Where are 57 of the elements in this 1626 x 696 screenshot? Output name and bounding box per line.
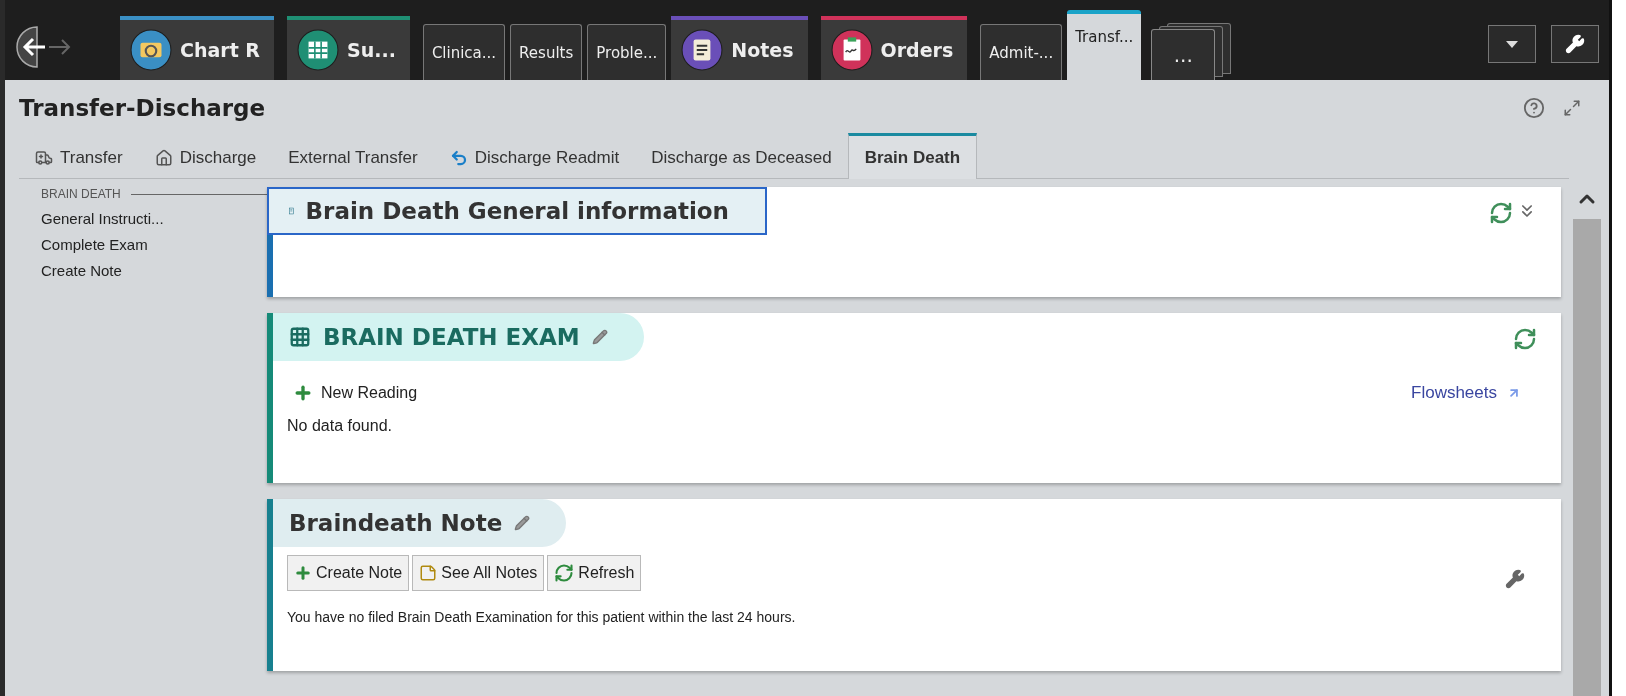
sub-tab[interactable]: Transfer (19, 138, 139, 178)
sub-tab[interactable]: Discharge as Deceased (635, 138, 848, 178)
toolbar-button[interactable]: Create Note (287, 555, 410, 591)
sub-tab[interactable]: External Transfer (272, 138, 434, 178)
plus-icon (293, 383, 313, 403)
toolbar-button[interactable]: See All Notes (412, 555, 545, 591)
app-tab[interactable]: Clinica... (422, 24, 506, 80)
toolbar-button[interactable]: Refresh (547, 555, 642, 591)
help-icon[interactable] (1523, 97, 1545, 119)
app-tab[interactable]: Chart R (120, 16, 274, 80)
sidebar-item[interactable]: General Instructi... (41, 210, 267, 227)
empty-message: No data found. (286, 416, 393, 435)
app-tab[interactable]: Orders (820, 16, 968, 80)
app-tab[interactable]: Results (510, 24, 583, 80)
wrench-icon (1565, 34, 1585, 54)
note-icon (681, 29, 724, 71)
app-tab[interactable]: Transf... (1067, 10, 1142, 80)
card-header[interactable]: Brain Death General information (267, 187, 767, 235)
undo-icon (449, 149, 468, 167)
note-icon (419, 564, 438, 582)
refresh-icon[interactable] (1489, 201, 1513, 225)
card-title: BRAIN DEATH EXAM (323, 324, 580, 350)
card-header[interactable]: Braindeath Note (273, 499, 567, 547)
scrollbar-thumb[interactable] (1573, 219, 1601, 696)
settings-button[interactable] (1551, 25, 1599, 63)
sidebar-item[interactable]: Create Note (41, 262, 267, 279)
refresh-icon (554, 563, 575, 583)
app-tab[interactable]: Admit-... (980, 24, 1063, 80)
table-icon (289, 326, 311, 348)
caret-icon (1506, 40, 1518, 48)
house-icon (154, 149, 173, 167)
pencil-icon[interactable] (591, 329, 608, 345)
wrench-icon[interactable] (1505, 569, 1525, 589)
arrow-icon (1507, 386, 1521, 400)
new-reading-button[interactable]: New Reading (293, 383, 418, 403)
sub-tab[interactable]: Discharge Readmit (433, 138, 636, 178)
clipboard-icon (830, 29, 873, 71)
card-header[interactable]: BRAIN DEATH EXAM (273, 313, 644, 361)
maximize-icon[interactable] (1563, 99, 1581, 117)
ambulance-icon (35, 149, 53, 167)
card-title: Braindeath Note (289, 510, 503, 536)
app-tab[interactable]: Notes (671, 16, 808, 80)
sidebar-item[interactable]: Complete Exam (41, 236, 267, 253)
sub-tab[interactable]: Brain Death (847, 133, 978, 179)
flowsheets-link[interactable]: Flowsheets (1411, 383, 1521, 403)
sub-tab[interactable]: Discharge (138, 138, 273, 178)
card-title: Brain Death General information (305, 198, 729, 224)
pencil-icon[interactable] (514, 515, 531, 531)
info-message: You have no filed Brain Death Examination for this patient within the last 24 hours. (286, 608, 797, 625)
page-title: Transfer-Discharge (19, 95, 267, 121)
grid-icon (297, 29, 339, 71)
refresh-icon[interactable] (1513, 327, 1537, 351)
dropdown-button[interactable] (1488, 25, 1536, 63)
app-tab[interactable]: Proble... (587, 24, 667, 80)
sidebar-heading: BRAIN DEATH (41, 187, 121, 201)
app-tab[interactable]: Su... (287, 16, 410, 80)
plus-icon (294, 564, 312, 582)
